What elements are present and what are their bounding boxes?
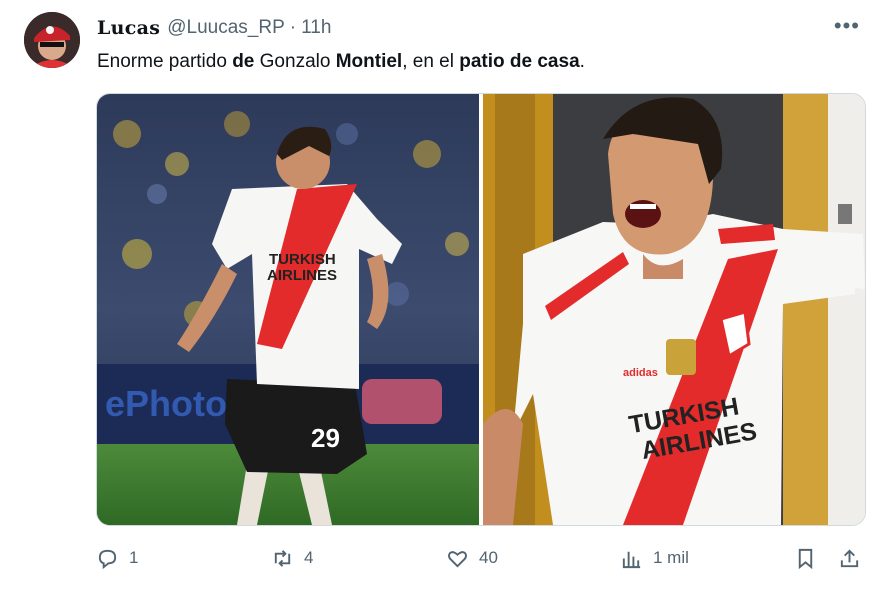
tweet-card: Lucas @Luucas_RP · 11h ••• Enorme partid… [0,0,880,600]
tweet-text: Enorme partido de Gonzalo Montiel, en el… [97,51,585,73]
tweet-text-bold: patio de casa [459,51,580,72]
tweet-media: ePhoto TURKISH AIRLINES 29 adidas TURKIS… [96,93,866,526]
more-icon[interactable]: ••• [834,15,860,37]
bookmark-icon [798,548,813,569]
tweet-text-bold: Montiel [335,51,403,72]
display-name[interactable]: Lucas [97,17,160,39]
views-button[interactable]: 1 mil [620,547,689,570]
separator-dot: · [289,17,297,38]
bookmark-button[interactable] [794,547,817,570]
retweet-count: 4 [304,548,314,567]
avatar[interactable] [24,12,80,68]
svg-text:ePhoto: ePhoto [105,383,227,424]
reply-button[interactable]: 1 [96,547,138,570]
like-button[interactable]: 40 [446,547,498,570]
share-icon [840,548,859,567]
share-button[interactable] [838,547,861,570]
like-count: 40 [479,548,498,567]
svg-text:adidas: adidas [623,367,658,379]
photo-left[interactable]: ePhoto TURKISH AIRLINES 29 [97,94,479,525]
reply-count: 1 [129,548,139,567]
tweet-text-bold: de [232,51,255,72]
tweet-actions: 1 4 40 1 mil [96,541,864,575]
shirt-number: 29 [311,423,340,453]
photo-right[interactable]: adidas TURKISH AIRLINES [483,94,865,525]
tweet-time[interactable]: 11h [301,17,331,39]
views-count: 1 mil [653,548,689,567]
shirt-text-2: AIRLINES [267,267,337,284]
tweet-text-part: , en el [402,51,460,72]
shirt-text-1: TURKISH [269,251,336,268]
user-handle[interactable]: @Luucas_RP [167,17,285,39]
views-icon [622,551,641,568]
reply-icon [98,549,117,569]
tweet-text-part: Enorme partido [97,51,233,72]
tweet-header: Lucas @Luucas_RP · 11h [97,16,331,40]
retweet-icon [274,549,291,567]
like-icon [448,550,467,568]
tweet-text-part: . [579,51,585,72]
tweet-text-part: Gonzalo [254,51,336,72]
retweet-button[interactable]: 4 [271,547,313,570]
